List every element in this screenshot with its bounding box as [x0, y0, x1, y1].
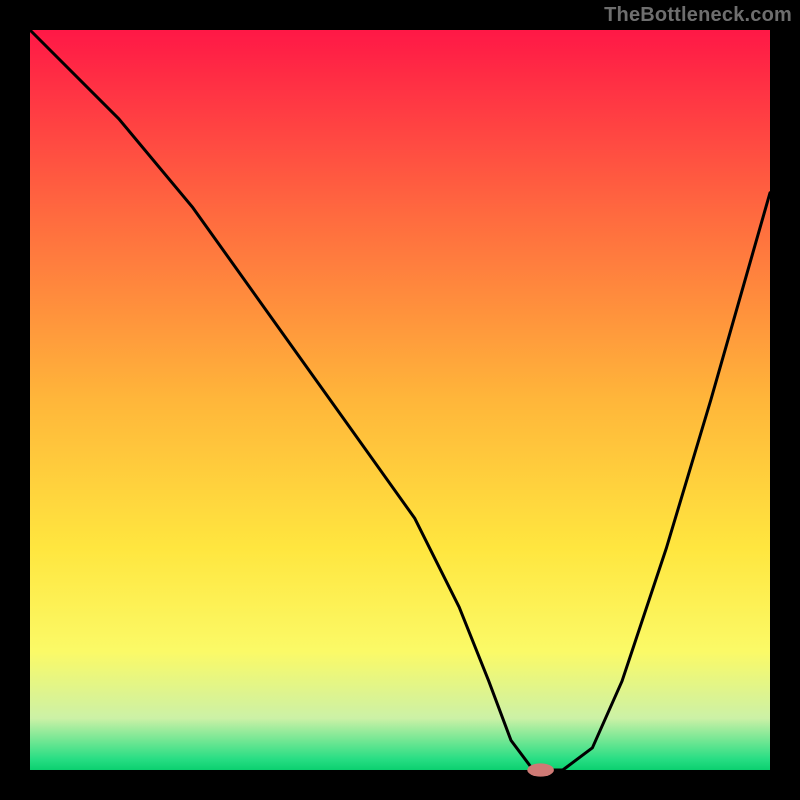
optimal-point-marker: [527, 763, 554, 776]
watermark-text: TheBottleneck.com: [604, 4, 792, 27]
bottleneck-chart: [0, 0, 800, 800]
chart-gradient-background: [30, 30, 770, 770]
chart-stage: TheBottleneck.com: [0, 0, 800, 800]
